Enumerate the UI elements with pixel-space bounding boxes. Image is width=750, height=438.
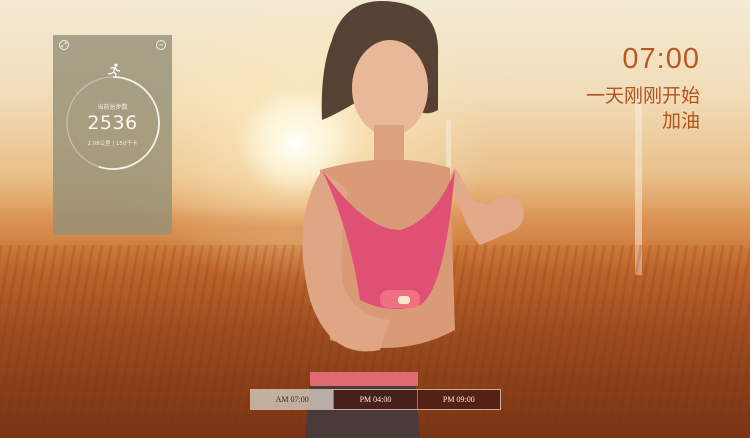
distance-calories: 2.08公里 | 150千卡 xyxy=(87,141,138,147)
headline-slogan: 一天刚刚开始 加油 xyxy=(586,84,700,134)
minus-icon[interactable]: − xyxy=(156,40,166,50)
tab-am-0700[interactable]: AM 07:00 xyxy=(251,390,334,409)
steps-label: 当前总步数 xyxy=(97,104,128,111)
expand-icon[interactable]: ⤢ xyxy=(59,40,69,50)
slogan-line-1: 一天刚刚开始 xyxy=(585,85,700,107)
slogan-line-2: 加油 xyxy=(661,110,700,132)
runner-figure xyxy=(302,1,524,438)
headline-time: 07:00 xyxy=(622,43,700,75)
step-counter-widget: ⤢ − 当前总步数 2536 2.08公里 | 150千卡 xyxy=(53,35,172,235)
tab-pm-0900[interactable]: PM 09:00 xyxy=(416,390,500,409)
time-tabs: AM 07:00 PM 04:00 PM 09:00 xyxy=(250,389,501,410)
running-man-icon xyxy=(107,63,121,77)
steps-value: 2536 xyxy=(87,112,138,134)
tab-pm-0400[interactable]: PM 04:00 xyxy=(333,390,417,409)
